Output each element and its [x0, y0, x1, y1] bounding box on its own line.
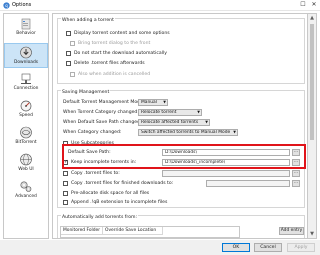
cat-path-changed-label: When Category changed: [63, 130, 122, 135]
preallocate-checkbox[interactable] [63, 190, 68, 196]
sidebar-item-connection[interactable]: Connection [4, 70, 48, 95]
sidebar-item-downloads[interactable]: Downloads [4, 43, 48, 68]
monitored-folders-table[interactable]: Monitored Folder Override Save Location [60, 226, 240, 238]
add-entry-button[interactable]: Add entry [279, 227, 304, 235]
no-start-label: Do not start the download automatically [74, 50, 167, 56]
group-title: Automatically add torrents from: [61, 215, 139, 220]
maximize-button[interactable]: ☐ [298, 1, 308, 9]
copy-finished-label: Copy .torrent files for finished downloa… [71, 180, 174, 186]
copy-torrent-label: Copy .torrent files to: [71, 170, 120, 176]
no-start-option[interactable]: Do not start the download automatically [66, 49, 167, 57]
display-content-label: Display torrent content and some options [74, 30, 170, 36]
sidebar-item-bittorrent[interactable]: BitTorrent [4, 124, 48, 149]
default-path-changed-label: When Default Save Path changed: [63, 120, 142, 125]
default-path-changed-select[interactable]: Relocate affected torrents ▼ [138, 119, 210, 126]
sidebar-item-speed[interactable]: Speed [4, 97, 48, 122]
no-start-checkbox[interactable] [66, 50, 71, 56]
chevron-down-icon: ▼ [163, 100, 166, 104]
scroll-down-icon[interactable]: ▼ [308, 230, 316, 238]
also-cancelled-option[interactable]: Also when addition is cancelled [70, 70, 150, 78]
delete-files-label: Delete .torrent files afterwards [74, 60, 145, 66]
sidebar-item-webui[interactable]: Web UI [4, 151, 48, 176]
display-content-option[interactable]: Display torrent content and some options [66, 29, 170, 37]
bring-dialog-checkbox[interactable] [70, 40, 75, 46]
content-scrollbar[interactable]: ▲ ▼ [308, 13, 317, 239]
sidebar-item-label: Web UI [18, 167, 34, 172]
bittorrent-icon [20, 126, 32, 139]
default-path-changed-value: Relocate affected torrents [141, 120, 199, 125]
highlight-annotation [62, 144, 306, 169]
delete-files-option[interactable]: Delete .torrent files afterwards [66, 59, 145, 67]
monitored-folder-column-header[interactable]: Monitored Folder [61, 227, 103, 235]
options-sidebar: Behavior Downloads Connection Speed BitT… [3, 13, 49, 239]
also-cancelled-checkbox[interactable] [70, 71, 75, 77]
cat-path-changed-value: Switch affected torrents to Manual Mode [141, 130, 231, 135]
bring-dialog-option[interactable]: Bring torrent dialog to the front [70, 39, 150, 47]
connection-icon [21, 73, 31, 84]
chevron-down-icon: ▼ [233, 130, 236, 134]
ok-button[interactable]: OK [222, 243, 250, 252]
override-location-column-header[interactable]: Override Save Location [103, 227, 163, 235]
behavior-icon [21, 18, 31, 30]
copy-finished-checkbox[interactable] [63, 180, 68, 186]
sidebar-item-label: Speed [19, 113, 33, 118]
group-title: Saving Management [61, 90, 111, 95]
app-logo-icon: q [3, 2, 10, 9]
copy-finished-browse-button[interactable]: ... [292, 180, 300, 187]
default-mode-select[interactable]: Manual ▼ [138, 99, 168, 106]
chevron-down-icon: ▼ [205, 120, 208, 124]
preallocate-option[interactable]: Pre-allocate disk space for all files [63, 189, 149, 197]
category-changed-label: When Torrent Category changed: [63, 110, 139, 115]
title-bar: q Options ☐ ✕ [0, 0, 320, 11]
webui-icon [20, 153, 32, 166]
delete-files-checkbox[interactable] [66, 60, 71, 66]
bring-dialog-label: Bring torrent dialog to the front [78, 40, 151, 46]
copy-torrent-option[interactable]: Copy .torrent files to: [63, 169, 120, 177]
chevron-down-icon: ▼ [197, 110, 200, 114]
display-content-checkbox[interactable] [66, 30, 71, 36]
group-title: When adding a torrent [61, 18, 115, 23]
downloads-icon [20, 46, 32, 59]
dialog-footer: OK Cancel Apply [0, 240, 320, 255]
close-button[interactable]: ✕ [309, 1, 319, 9]
cat-path-changed-select[interactable]: Switch affected torrents to Manual Mode ▼ [138, 129, 238, 136]
sidebar-item-label: BitTorrent [15, 140, 37, 145]
append-ext-label: Append .!qB extension to incomplete file… [71, 199, 168, 205]
svg-text:q: q [5, 3, 8, 8]
sidebar-item-behavior[interactable]: Behavior [4, 16, 48, 41]
advanced-icon [20, 181, 32, 192]
sidebar-item-label: Downloads [13, 60, 39, 65]
sidebar-item-label: Advanced [15, 194, 37, 199]
window-title: Options [12, 2, 32, 8]
when-adding-group: When adding a torrent Display torrent co… [57, 18, 305, 84]
default-mode-label: Default Torrent Management Mode: [63, 100, 145, 105]
category-changed-select[interactable]: Relocate torrent ▼ [138, 109, 202, 116]
preallocate-label: Pre-allocate disk space for all files [71, 190, 150, 196]
also-cancelled-label: Also when addition is cancelled [78, 71, 151, 77]
copy-torrent-browse-button[interactable]: ... [292, 170, 300, 177]
options-content: When adding a torrent Display torrent co… [52, 13, 308, 239]
scroll-up-icon[interactable]: ▲ [308, 14, 316, 22]
scrollbar-thumb[interactable] [310, 24, 314, 140]
cancel-button[interactable]: Cancel [254, 243, 282, 252]
append-ext-option[interactable]: Append .!qB extension to incomplete file… [63, 198, 167, 206]
copy-torrent-path-field[interactable] [162, 170, 290, 177]
append-ext-checkbox[interactable] [63, 199, 68, 205]
speed-icon [20, 100, 32, 112]
copy-torrent-checkbox[interactable] [63, 170, 68, 176]
copy-finished-path-field[interactable] [206, 180, 290, 187]
category-changed-value: Relocate torrent [141, 110, 177, 115]
sidebar-item-label: Connection [13, 86, 39, 91]
sidebar-item-label: Behavior [16, 31, 36, 36]
sidebar-item-advanced[interactable]: Advanced [4, 178, 48, 203]
default-mode-value: Manual [141, 100, 157, 105]
apply-button[interactable]: Apply [287, 243, 315, 252]
copy-finished-option[interactable]: Copy .torrent files for finished downloa… [63, 179, 173, 187]
